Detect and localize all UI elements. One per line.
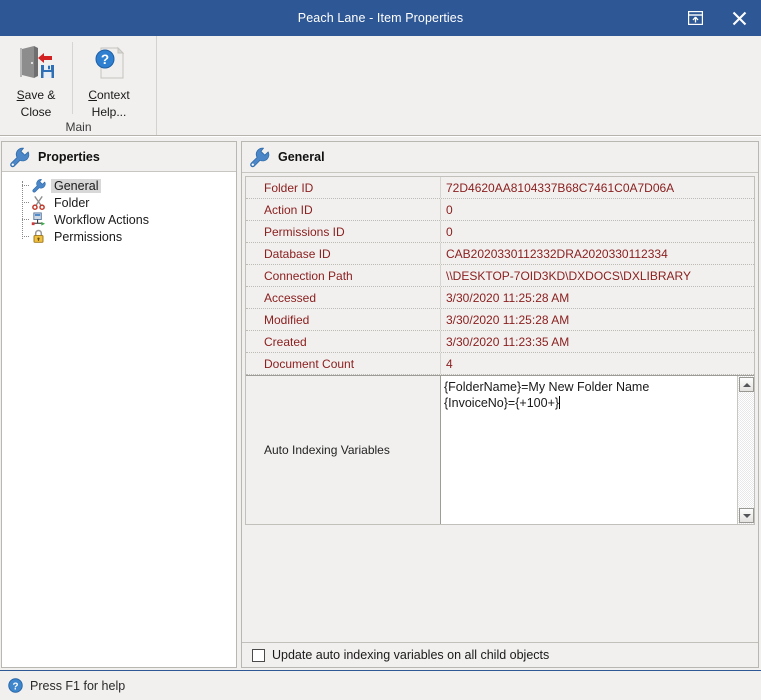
auto-indexing-variables-field[interactable]: {FolderName}=My New Folder Name {Invoice… bbox=[441, 376, 754, 524]
property-name: Created bbox=[246, 331, 441, 352]
property-name: Document Count bbox=[246, 353, 441, 374]
property-name: Folder ID bbox=[246, 177, 441, 198]
general-panel-body: Folder ID 72D4620AA8104337B68C7461C0A7D0… bbox=[242, 173, 758, 642]
properties-tree: General Folder Workflow Actions Permissi… bbox=[2, 172, 236, 245]
close-icon bbox=[732, 11, 746, 25]
table-row[interactable]: Document Count 4 bbox=[246, 353, 754, 375]
sidebar-item-folder[interactable]: Folder bbox=[16, 194, 236, 211]
property-value[interactable]: 3/30/2020 11:25:28 AM bbox=[441, 309, 754, 330]
context-help-button[interactable]: ? Context Help... bbox=[73, 36, 145, 120]
table-row[interactable]: Permissions ID 0 bbox=[246, 221, 754, 243]
properties-panel-header: Properties bbox=[2, 142, 236, 172]
popout-window-icon bbox=[687, 11, 703, 25]
scissors-icon bbox=[30, 195, 47, 211]
scroll-up-button[interactable] bbox=[739, 377, 754, 392]
table-row[interactable]: Created 3/30/2020 11:23:35 AM bbox=[246, 331, 754, 353]
table-row[interactable]: Folder ID 72D4620AA8104337B68C7461C0A7D0… bbox=[246, 177, 754, 199]
scroll-up-arrow-icon bbox=[742, 382, 751, 387]
update-child-objects-row: Update auto indexing variables on all ch… bbox=[242, 642, 758, 667]
property-value[interactable]: 3/30/2020 11:25:28 AM bbox=[441, 287, 754, 308]
scroll-down-arrow-icon bbox=[742, 513, 751, 518]
sidebar-item-permissions-label: Permissions bbox=[54, 229, 123, 244]
table-row[interactable]: Database ID CAB2020330112332DRA202033011… bbox=[246, 243, 754, 265]
window-title-bar: Peach Lane - Item Properties bbox=[0, 0, 761, 36]
sidebar-item-permissions[interactable]: Permissions bbox=[16, 228, 236, 245]
svg-text:?: ? bbox=[12, 681, 18, 692]
properties-navigation-panel: Properties General Folder Workflow Actio… bbox=[1, 141, 237, 668]
status-bar-text: Press F1 for help bbox=[30, 678, 126, 693]
wrench-icon bbox=[250, 147, 270, 168]
properties-panel-title: Properties bbox=[38, 149, 100, 164]
sidebar-item-general[interactable]: General bbox=[16, 177, 236, 194]
ribbon-toolbar: Save & Close ? Context Help... Main bbox=[0, 36, 761, 136]
context-help-icon: ? bbox=[89, 42, 129, 86]
popout-window-button[interactable] bbox=[673, 0, 717, 36]
property-value[interactable]: 4 bbox=[441, 353, 754, 374]
ribbon-group-label: Main bbox=[65, 120, 92, 134]
workspace: Properties General Folder Workflow Actio… bbox=[0, 137, 761, 670]
wrench-icon bbox=[30, 178, 47, 194]
table-row[interactable]: Connection Path \\DESKTOP-7OID3KD\DXDOCS… bbox=[246, 265, 754, 287]
property-name: Accessed bbox=[246, 287, 441, 308]
scroll-down-button[interactable] bbox=[739, 508, 754, 523]
property-name: Connection Path bbox=[246, 265, 441, 286]
property-value[interactable]: \\DESKTOP-7OID3KD\DXDOCS\DXLIBRARY bbox=[441, 265, 754, 286]
padlock-icon bbox=[30, 229, 47, 245]
auto-indexing-variables-label: Auto Indexing Variables bbox=[246, 376, 441, 524]
status-bar: ? Press F1 for help bbox=[0, 670, 761, 700]
context-help-label-line1: Context bbox=[88, 88, 130, 102]
tree-tick bbox=[22, 185, 29, 186]
sidebar-item-workflow-actions-label: Workflow Actions bbox=[54, 212, 149, 227]
update-child-objects-label: Update auto indexing variables on all ch… bbox=[272, 648, 550, 662]
general-panel-title: General bbox=[278, 150, 325, 164]
save-and-close-label-line2: Close bbox=[20, 105, 52, 119]
property-value[interactable]: 3/30/2020 11:23:35 AM bbox=[441, 331, 754, 352]
wrench-icon bbox=[10, 147, 30, 167]
property-value[interactable]: 0 bbox=[441, 199, 754, 220]
editor-vertical-scrollbar[interactable] bbox=[737, 376, 754, 524]
property-value[interactable]: CAB2020330112332DRA2020330112334 bbox=[441, 243, 754, 264]
property-name: Database ID bbox=[246, 243, 441, 264]
property-grid: Folder ID 72D4620AA8104337B68C7461C0A7D0… bbox=[245, 176, 755, 525]
help-info-icon: ? bbox=[8, 678, 23, 693]
workflow-icon bbox=[30, 212, 47, 228]
general-properties-panel: General Folder ID 72D4620AA8104337B68C74… bbox=[241, 141, 759, 668]
update-child-objects-checkbox[interactable] bbox=[252, 648, 265, 662]
tree-tick bbox=[22, 219, 29, 220]
auto-indexing-variables-text: {FolderName}=My New Folder Name {Invoice… bbox=[444, 380, 650, 410]
auto-indexing-variables-value: {FolderName}=My New Folder Name {Invoice… bbox=[444, 379, 734, 411]
table-row[interactable]: Modified 3/30/2020 11:25:28 AM bbox=[246, 309, 754, 331]
general-panel-header: General bbox=[242, 142, 758, 173]
tree-tick bbox=[22, 236, 29, 237]
property-name: Modified bbox=[246, 309, 441, 330]
table-row[interactable]: Accessed 3/30/2020 11:25:28 AM bbox=[246, 287, 754, 309]
property-value[interactable]: 0 bbox=[441, 221, 754, 242]
save-and-close-icon bbox=[16, 42, 56, 86]
sidebar-item-workflow-actions[interactable]: Workflow Actions bbox=[16, 211, 236, 228]
window-controls bbox=[673, 0, 761, 36]
close-window-button[interactable] bbox=[717, 0, 761, 36]
sidebar-item-general-label: General bbox=[51, 178, 102, 193]
table-row-auto-indexing-variables: Auto Indexing Variables {FolderName}=My … bbox=[246, 375, 754, 524]
save-and-close-label-line1: Save & bbox=[16, 88, 56, 102]
property-value[interactable]: 72D4620AA8104337B68C7461C0A7D06A bbox=[441, 177, 754, 198]
window-title: Peach Lane - Item Properties bbox=[297, 11, 464, 25]
table-row[interactable]: Action ID 0 bbox=[246, 199, 754, 221]
svg-text:?: ? bbox=[101, 52, 109, 67]
context-help-label-line2: Help... bbox=[91, 105, 127, 119]
save-and-close-button[interactable]: Save & Close bbox=[0, 36, 72, 120]
property-name: Permissions ID bbox=[246, 221, 441, 242]
tree-tick bbox=[22, 202, 29, 203]
sidebar-item-folder-label: Folder bbox=[54, 195, 90, 210]
text-caret bbox=[559, 396, 561, 409]
property-name: Action ID bbox=[246, 199, 441, 220]
ribbon-group-main: Save & Close ? Context Help... Main bbox=[0, 36, 157, 135]
